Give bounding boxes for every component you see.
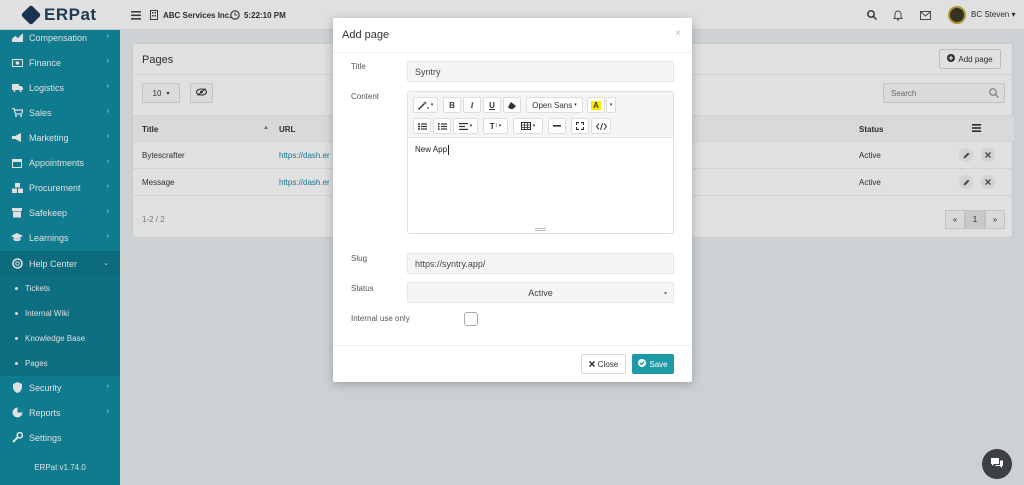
horizontal-rule-icon[interactable] xyxy=(548,118,566,134)
close-icon xyxy=(588,360,595,369)
magic-wand-icon[interactable]: ▾ xyxy=(413,97,438,113)
editor-toolbar: ▾ B I U Open Sans ▾ A ▾ ▾ T ↕ ▾ ▾ xyxy=(408,92,673,138)
bullet-list-icon[interactable] xyxy=(413,118,431,134)
check-circle-icon xyxy=(638,359,647,369)
divider xyxy=(333,345,692,346)
internal-use-checkbox[interactable] xyxy=(464,312,478,326)
text-color-icon[interactable]: A xyxy=(587,97,605,113)
font-family-select[interactable]: Open Sans ▾ xyxy=(526,97,583,113)
slug-input-value: https://syntry.app/ xyxy=(415,258,486,269)
title-label: Title xyxy=(351,62,366,71)
title-input-value: Syntry xyxy=(415,66,441,77)
font-family-value: Open Sans xyxy=(532,100,573,110)
table-icon[interactable]: ▾ xyxy=(513,118,543,134)
title-input[interactable]: Syntry xyxy=(407,61,674,82)
modal-title: Add page xyxy=(342,29,390,41)
fullscreen-icon[interactable] xyxy=(571,118,589,134)
status-select-value: Active xyxy=(528,287,553,298)
code-view-icon[interactable] xyxy=(591,118,611,134)
chat-button[interactable] xyxy=(982,449,1012,479)
underline-icon[interactable]: U xyxy=(483,97,501,113)
close-button[interactable]: Close xyxy=(581,354,626,374)
content-label: Content xyxy=(351,92,380,101)
status-select[interactable]: Active ▾ xyxy=(407,282,674,303)
align-icon[interactable]: ▾ xyxy=(453,118,478,134)
close-button-label: Close xyxy=(597,359,619,369)
slug-input[interactable]: https://syntry.app/ xyxy=(407,253,674,274)
status-label: Status xyxy=(351,284,374,293)
resize-handle-icon[interactable] xyxy=(535,228,546,231)
numbered-list-icon[interactable] xyxy=(433,118,451,134)
close-icon[interactable]: × xyxy=(675,28,681,39)
text-height-icon[interactable]: T ↕ ▾ xyxy=(483,118,508,134)
internal-use-label: Internal use only xyxy=(351,314,410,323)
save-button[interactable]: Save xyxy=(632,354,674,374)
slug-label: Slug xyxy=(351,254,368,263)
rich-text-editor: ▾ B I U Open Sans ▾ A ▾ ▾ T ↕ ▾ ▾ New Ap… xyxy=(407,91,674,234)
divider xyxy=(333,52,692,53)
add-page-modal: Add page × Title Syntry Content ▾ B I U … xyxy=(333,18,692,382)
comments-icon xyxy=(990,457,1004,471)
color-dropdown-icon[interactable]: ▾ xyxy=(606,97,616,113)
italic-icon[interactable]: I xyxy=(463,97,481,113)
bold-icon[interactable]: B xyxy=(443,97,461,113)
editor-text: New App xyxy=(415,145,448,155)
eraser-icon[interactable] xyxy=(503,97,521,113)
editor-content[interactable]: New App xyxy=(415,145,450,155)
caret-down-icon: ▾ xyxy=(663,291,667,297)
save-button-label: Save xyxy=(649,359,668,369)
text-cursor xyxy=(448,145,450,155)
